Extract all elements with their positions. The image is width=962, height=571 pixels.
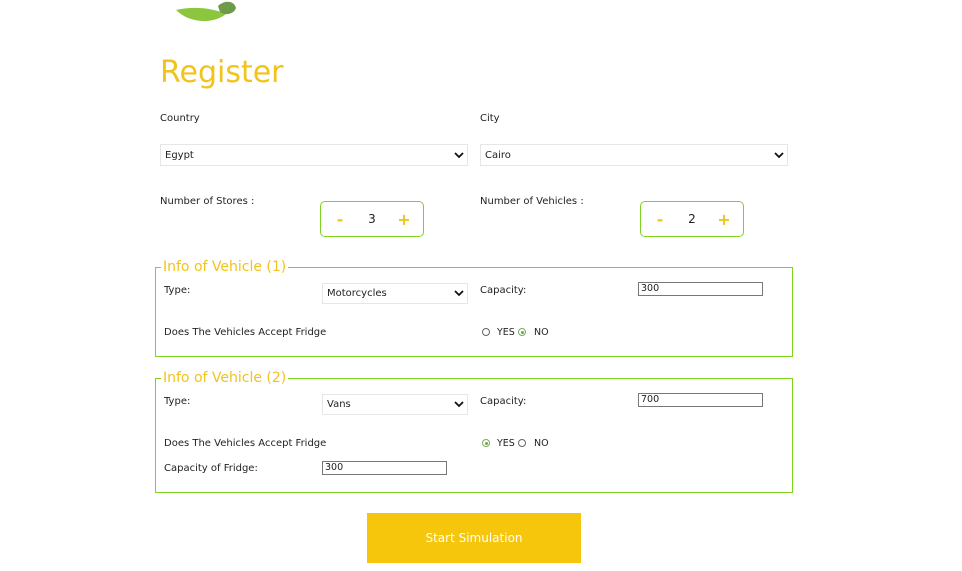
- vehicle-1-type-value: Motorcycles: [327, 288, 387, 299]
- stores-count: 3: [368, 212, 376, 226]
- vehicle-1-capacity-input[interactable]: 300: [638, 282, 763, 296]
- chevron-down-icon: [451, 397, 467, 413]
- vehicle-2-fridge-no-label: NO: [534, 438, 549, 449]
- vehicle-2-fridge-question: Does The Vehicles Accept Fridge: [164, 438, 327, 449]
- vehicle-2-fridge-no-radio[interactable]: [518, 439, 526, 447]
- vehicle-1-fridge-yes-label: YES: [497, 327, 515, 338]
- vehicle-2-fridge-capacity-input[interactable]: 300: [322, 461, 447, 475]
- country-select[interactable]: Egypt: [160, 144, 468, 166]
- vehicles-stepper[interactable]: - 2 +: [640, 201, 744, 237]
- vehicle-1-legend: Info of Vehicle (1): [161, 259, 289, 275]
- vehicle-1-fridge-no-label: NO: [534, 327, 549, 338]
- vehicles-decrement-button[interactable]: -: [653, 210, 667, 229]
- stores-increment-button[interactable]: +: [397, 210, 411, 229]
- city-label: City: [480, 113, 500, 124]
- stores-decrement-button[interactable]: -: [333, 210, 347, 229]
- vehicle-2-capacity-label: Capacity:: [480, 396, 527, 407]
- vehicle-1-section: [155, 267, 793, 357]
- vehicle-2-fridge-yes-radio[interactable]: [482, 439, 490, 447]
- stores-label: Number of Stores :: [160, 196, 255, 207]
- start-simulation-button[interactable]: Start Simulation: [367, 513, 581, 563]
- vehicle-2-type-select[interactable]: Vans: [322, 394, 468, 415]
- vehicle-1-fridge-question: Does The Vehicles Accept Fridge: [164, 327, 327, 338]
- chevron-down-icon: [451, 286, 467, 302]
- vehicle-1-type-label: Type:: [164, 285, 191, 296]
- vehicles-increment-button[interactable]: +: [717, 210, 731, 229]
- vehicles-count: 2: [688, 212, 696, 226]
- stores-stepper[interactable]: - 3 +: [320, 201, 424, 237]
- vehicle-2-legend: Info of Vehicle (2): [161, 370, 289, 386]
- vehicle-2-type-value: Vans: [327, 399, 351, 410]
- vehicle-1-fridge-no-radio[interactable]: [518, 328, 526, 336]
- vehicle-1-capacity-label: Capacity:: [480, 285, 527, 296]
- country-label: Country: [160, 113, 200, 124]
- vehicle-2-fridge-yes-label: YES: [497, 438, 515, 449]
- city-value: Cairo: [485, 149, 511, 161]
- vehicle-2-fridge-capacity-label: Capacity of Fridge:: [164, 463, 258, 474]
- city-select[interactable]: Cairo: [480, 144, 788, 166]
- country-value: Egypt: [165, 149, 194, 161]
- chevron-down-icon: [771, 147, 787, 163]
- leaf-logo: [176, 1, 236, 22]
- vehicle-2-capacity-input[interactable]: 700: [638, 393, 763, 407]
- vehicles-label: Number of Vehicles :: [480, 196, 584, 207]
- vehicle-1-fridge-yes-radio[interactable]: [482, 328, 490, 336]
- vehicle-2-type-label: Type:: [164, 396, 191, 407]
- page-title: Register: [160, 55, 284, 90]
- chevron-down-icon: [451, 147, 467, 163]
- vehicle-1-type-select[interactable]: Motorcycles: [322, 283, 468, 304]
